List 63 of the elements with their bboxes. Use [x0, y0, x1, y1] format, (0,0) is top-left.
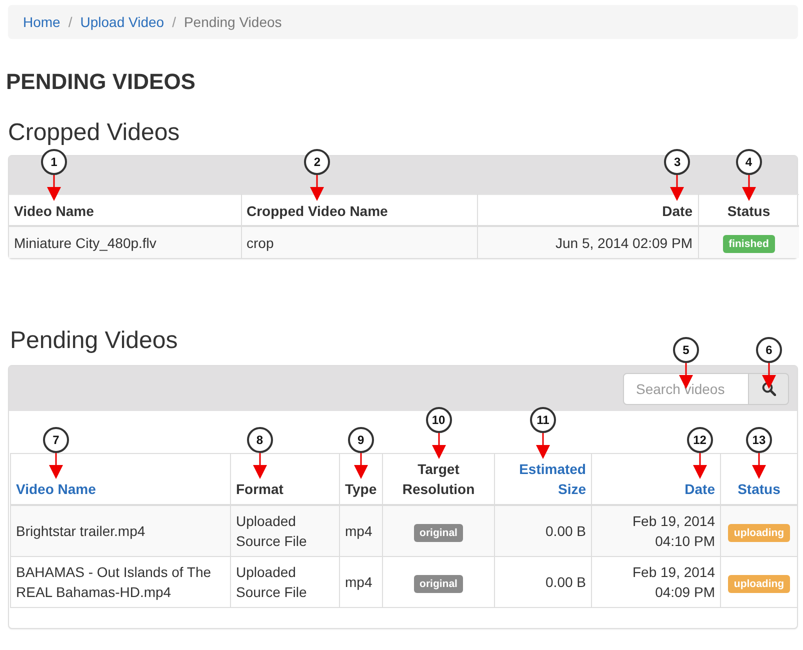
table-cell: Feb 19, 2014 04:10 PM	[632, 513, 715, 549]
table-cell: Miniature City_480p.flv	[14, 234, 156, 250]
table-cell: 0.00 B	[546, 523, 586, 539]
table-cell: 0.00 B	[546, 574, 586, 590]
column-header: Status	[727, 202, 770, 221]
table-cell: BAHAMAS - Out Islands of The REAL Bahamas-HD.mp4	[16, 564, 212, 600]
table-cell: crop	[246, 234, 274, 250]
callout-number: 9	[348, 427, 374, 453]
callout-number: 5	[673, 336, 699, 362]
column-header: Target Resolution	[401, 460, 476, 499]
resolution-badge: original	[414, 524, 464, 542]
callout-number: 10	[426, 407, 452, 433]
section-title: Pending Videos	[10, 327, 178, 355]
status-badge: uploading	[728, 524, 790, 542]
column-header: Cropped Video Name	[246, 202, 388, 221]
breadcrumb-link[interactable]: Upload Video	[80, 14, 164, 30]
column-header: Date	[662, 202, 692, 221]
callout-number: 8	[246, 427, 273, 453]
column-header: Type	[345, 480, 377, 499]
breadcrumb-current: Pending Videos	[184, 14, 282, 30]
status-badge: finished	[722, 235, 775, 253]
arrow-icon	[354, 453, 368, 479]
callout-number: 7	[42, 427, 69, 453]
section-title: Cropped Videos	[8, 119, 180, 147]
table-cell: Uploaded Source File	[236, 564, 307, 600]
search-button[interactable]	[749, 372, 789, 404]
table-cell: Feb 19, 2014 04:09 PM	[632, 564, 715, 600]
arrow-icon	[252, 453, 267, 479]
page-title: PENDING VIDEOS	[6, 69, 196, 95]
callout-number: 4	[736, 149, 762, 175]
resolution-badge: original	[414, 574, 464, 592]
breadcrumb-link[interactable]: Home	[23, 14, 60, 30]
column-header: Video Name	[14, 202, 94, 221]
arrow-icon	[762, 362, 776, 388]
table-cell: mp4	[345, 523, 372, 539]
column-header: Format	[236, 480, 284, 499]
callout-number: 12	[686, 427, 713, 453]
callout-number: 6	[756, 336, 782, 362]
status-badge: uploading	[728, 574, 790, 592]
table-cell: mp4	[345, 574, 372, 590]
table-cell: Jun 5, 2014 02:09 PM	[556, 234, 692, 250]
callout-number: 11	[530, 407, 556, 433]
sort-header-link[interactable]: Date	[684, 479, 715, 499]
arrow-icon	[692, 453, 707, 479]
breadcrumb-separator: /	[67, 14, 74, 30]
search-field[interactable]: Search videos	[623, 372, 749, 404]
search-icon	[762, 382, 776, 396]
callout-number: 1	[40, 149, 67, 175]
arrow-icon	[46, 175, 61, 201]
arrow-icon	[742, 175, 756, 201]
callout-number: 2	[304, 149, 330, 175]
callout-number: 13	[746, 427, 772, 453]
callout-number: 3	[664, 149, 690, 175]
breadcrumb-separator: /	[171, 14, 177, 30]
table-cell: Brightstar trailer.mp4	[16, 523, 146, 539]
arrow-icon	[48, 453, 63, 479]
table-cell: Uploaded Source File	[236, 513, 307, 549]
arrow-icon	[432, 433, 446, 459]
arrow-icon	[310, 175, 324, 201]
arrow-icon	[670, 175, 684, 201]
arrow-icon	[752, 453, 766, 479]
arrow-icon	[536, 433, 550, 459]
sort-header-link[interactable]: Video Name	[16, 479, 96, 499]
